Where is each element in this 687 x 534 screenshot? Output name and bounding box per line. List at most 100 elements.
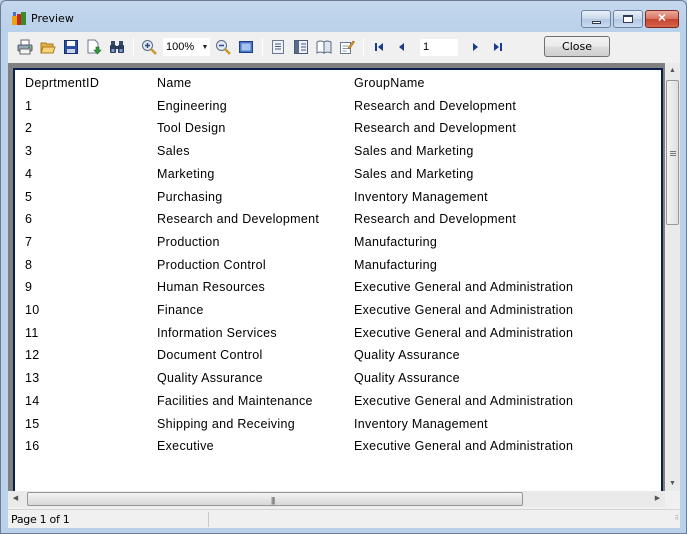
binoculars-icon: [110, 41, 124, 53]
group-name-cell: Research and Development: [354, 121, 517, 136]
title-bar[interactable]: Preview ✕: [1, 1, 686, 33]
department-id-cell: 8: [25, 257, 33, 272]
zoom-out-icon: [216, 40, 231, 55]
zoom-out-button[interactable]: [212, 36, 234, 58]
department-id-cell: 11: [25, 325, 39, 340]
scroll-left-icon[interactable]: ◀: [8, 491, 23, 507]
name-cell: Production: [157, 234, 220, 249]
table-row: 4 Marketing Sales and Marketing: [15, 167, 661, 189]
zoom-level-value: 100%: [166, 41, 195, 53]
table-row: 10 Finance Executive General and Administr…: [15, 303, 661, 325]
floppy-disk-icon: [64, 40, 78, 54]
open-button[interactable]: [37, 36, 59, 58]
first-page-button[interactable]: [368, 36, 390, 58]
horizontal-scroll-thumb[interactable]: |||: [27, 492, 523, 506]
report-viewer[interactable]: DeprtmentID Name GroupName 1 Engineering Rese…: [8, 63, 665, 491]
book-button[interactable]: [313, 36, 335, 58]
horizontal-scrollbar[interactable]: ◀ ||| ▶: [8, 491, 665, 507]
outline-icon: [294, 40, 308, 54]
grip-icon: [670, 151, 676, 156]
find-button[interactable]: [106, 36, 128, 58]
department-id-cell: 12: [25, 348, 40, 363]
group-name-cell: Inventory Management: [354, 416, 488, 431]
export-button[interactable]: [83, 36, 105, 58]
preview-window: Preview ✕ 100% ▼ 1 Close DeprtmentID Nam…: [0, 0, 687, 534]
toolbar-separator: [262, 38, 263, 56]
table-row: 2 Tool Design Research and Development: [15, 121, 661, 143]
full-screen-button[interactable]: [235, 36, 257, 58]
table-row: 6 Research and Development Research and De…: [15, 212, 661, 234]
edit-pencil-icon: [340, 40, 355, 54]
column-header: GroupName: [354, 76, 425, 90]
last-page-icon: [494, 43, 502, 51]
department-id-cell: 1: [25, 98, 33, 113]
department-id-cell: 6: [25, 212, 33, 227]
name-cell: Shipping and Receiving: [157, 416, 295, 431]
page-number-input[interactable]: 1: [420, 38, 458, 56]
zoom-level-select[interactable]: 100% ▼: [163, 38, 210, 56]
table-row: 14 Facilities and Maintenance Executive Ge…: [15, 394, 661, 416]
group-name-cell: Inventory Management: [354, 189, 488, 204]
maximize-icon: [623, 15, 633, 23]
name-cell: Purchasing: [157, 189, 223, 204]
next-page-icon: [473, 43, 478, 51]
full-screen-icon: [239, 41, 253, 53]
department-id-cell: 13: [25, 371, 40, 386]
minimize-button[interactable]: [581, 10, 611, 28]
window-close-button[interactable]: ✕: [645, 10, 679, 28]
name-cell: Human Resources: [157, 280, 266, 295]
table-row: 7 Production Manufacturing: [15, 235, 661, 257]
toolbar-separator: [133, 38, 134, 56]
page-setup-button[interactable]: [267, 36, 289, 58]
name-cell: Research and Development: [157, 212, 320, 227]
edit-button[interactable]: [336, 36, 358, 58]
book-icon: [316, 40, 332, 54]
close-icon: ✕: [657, 12, 667, 25]
grip-icon: |||: [271, 496, 275, 505]
previous-page-button[interactable]: [391, 36, 413, 58]
scroll-right-icon[interactable]: ▶: [650, 491, 665, 507]
name-cell: Finance: [157, 303, 204, 317]
page-info: Page 1 of 1: [11, 513, 70, 526]
column-header: Name: [157, 76, 192, 90]
group-name-cell: Manufacturing: [354, 234, 438, 249]
table-row: 9 Human Resources Executive General and Ad…: [15, 280, 661, 302]
group-name-cell: Executive General and Administration: [354, 325, 574, 340]
table-row: 5 Purchasing Inventory Management: [15, 190, 661, 212]
name-cell: Executive: [157, 439, 214, 454]
department-id-cell: 14: [25, 393, 40, 408]
group-name-cell: Quality Assurance: [354, 348, 460, 363]
name-cell: Document Control: [157, 348, 263, 363]
scroll-down-icon[interactable]: ▼: [665, 476, 680, 491]
toolbar-separator: [363, 38, 364, 56]
name-cell: Marketing: [157, 166, 215, 181]
maximize-button[interactable]: [613, 10, 643, 28]
group-name-cell: Manufacturing: [354, 257, 438, 272]
next-page-button[interactable]: [464, 36, 486, 58]
printer-icon: [17, 39, 33, 55]
group-name-cell: Executive General and Administration: [354, 303, 574, 317]
table-row: 13 Quality Assurance Quality Assurance: [15, 371, 661, 393]
outline-button[interactable]: [290, 36, 312, 58]
save-button[interactable]: [60, 36, 82, 58]
vertical-scroll-thumb[interactable]: [666, 80, 679, 225]
department-id-cell: 2: [25, 121, 33, 136]
department-id-cell: 5: [25, 189, 33, 204]
last-page-button[interactable]: [487, 36, 509, 58]
window-title: Preview: [31, 12, 74, 25]
department-id-cell: 15: [25, 416, 40, 431]
zoom-in-icon: [142, 40, 157, 55]
print-button[interactable]: [14, 36, 36, 58]
zoom-in-button[interactable]: [138, 36, 160, 58]
department-id-cell: 7: [25, 234, 33, 249]
chevron-down-icon[interactable]: ▼: [200, 44, 210, 51]
size-grip-icon[interactable]: ⠿: [669, 516, 679, 527]
vertical-scrollbar[interactable]: ▲ ▼: [665, 63, 680, 491]
close-button[interactable]: Close: [544, 36, 610, 57]
group-name-cell: Research and Development: [354, 212, 517, 227]
scrollbar-corner: [665, 491, 680, 507]
group-name-cell: Executive General and Administration: [354, 280, 574, 295]
scroll-up-icon[interactable]: ▲: [665, 63, 680, 78]
department-id-cell: 9: [25, 280, 33, 295]
client-area: 100% ▼ 1 Close DeprtmentID Name GroupNam…: [8, 32, 680, 528]
